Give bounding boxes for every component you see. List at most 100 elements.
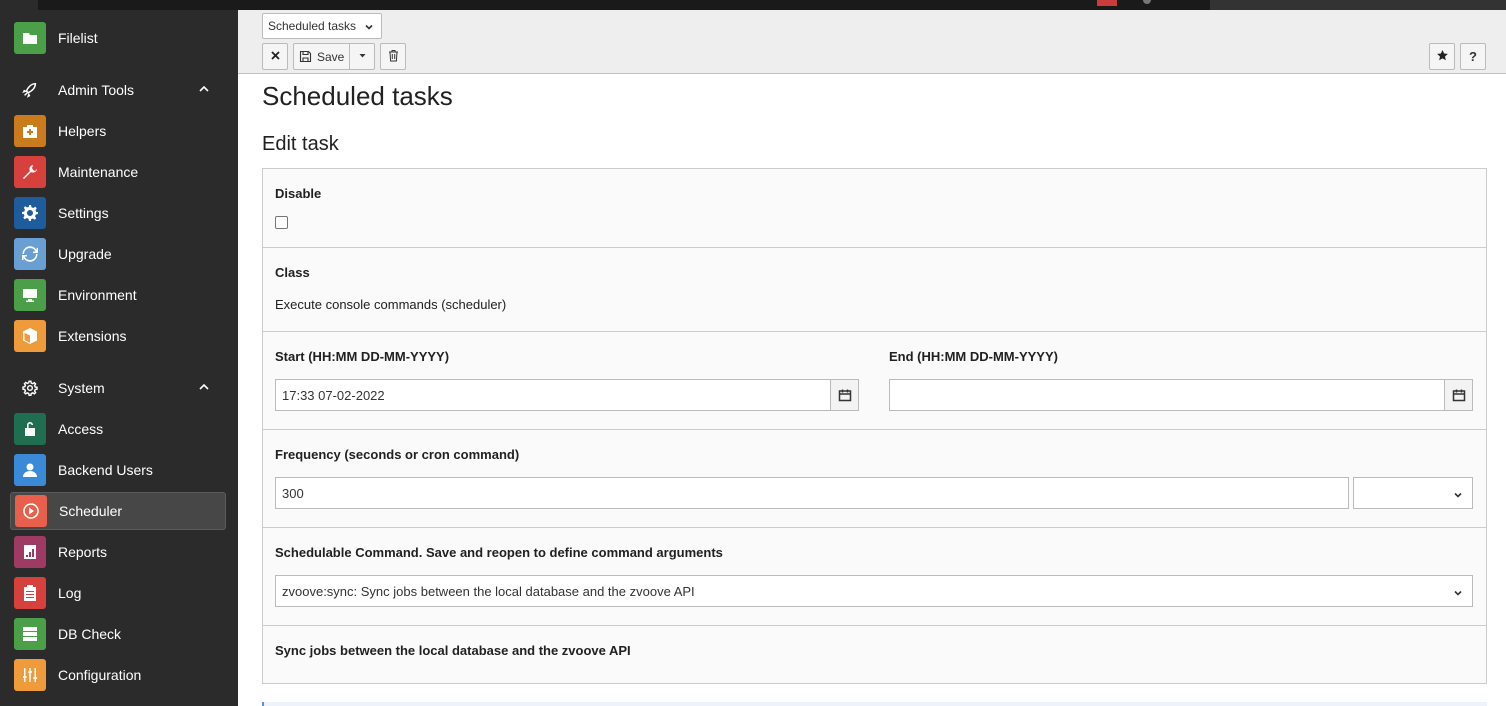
save-button-label: Save xyxy=(317,49,345,64)
sidebar-item-label: Access xyxy=(58,421,104,437)
gear-outline-icon xyxy=(14,372,46,404)
end-label: End (HH:MM DD-MM-YYYY) xyxy=(889,349,1058,364)
gear-icon xyxy=(14,197,46,229)
start-calendar-button[interactable] xyxy=(830,379,859,411)
help-button[interactable]: ? xyxy=(1460,43,1486,70)
delete-button[interactable] xyxy=(380,43,406,70)
trash-icon xyxy=(387,49,400,65)
sidebar-item-settings[interactable]: Settings xyxy=(10,194,226,232)
sidebar-item-label: Log xyxy=(58,585,82,601)
sidebar-item-filelist[interactable]: Filelist xyxy=(10,19,226,57)
chevron-up-icon[interactable] xyxy=(198,82,214,98)
save-options-button[interactable] xyxy=(349,43,375,70)
form-row-description: Sync jobs between the local database and… xyxy=(263,626,1486,683)
firstaid-icon xyxy=(14,115,46,147)
frequency-label: Frequency (seconds or cron command) xyxy=(275,447,520,462)
chevron-down-icon xyxy=(1453,488,1463,498)
sidebar-group-system[interactable]: System xyxy=(10,370,226,406)
sidebar-item-access[interactable]: Access xyxy=(10,410,226,448)
module-function-select[interactable]: Scheduled tasks xyxy=(262,13,382,39)
doc-header: Scheduled tasks Save ? xyxy=(238,10,1506,74)
form-row-frequency: Frequency (seconds or cron command) 300 xyxy=(263,430,1486,528)
sidebar-item-label: Upgrade xyxy=(58,246,112,262)
start-date-input[interactable]: 17:33 07-02-2022 xyxy=(275,379,831,411)
form-row-disable: Disable xyxy=(263,169,1486,248)
filelist-icon xyxy=(14,22,46,54)
class-label: Class xyxy=(275,265,310,280)
top-bar xyxy=(0,0,1506,10)
sidebar-item-label: DB Check xyxy=(58,626,122,642)
frequency-input[interactable]: 300 xyxy=(275,477,1349,509)
sidebar-group-admin-tools[interactable]: Admin Tools xyxy=(10,72,226,108)
calendar-icon xyxy=(838,388,852,402)
sidebar-item-label: Configuration xyxy=(58,667,142,683)
monitor-icon xyxy=(14,279,46,311)
command-description: Sync jobs between the local database and… xyxy=(275,643,631,658)
save-button[interactable]: Save xyxy=(293,43,350,70)
frequency-preset-select[interactable] xyxy=(1353,477,1473,509)
sidebar-group-label: System xyxy=(58,380,105,396)
top-bar-left xyxy=(0,0,38,10)
sliders-icon xyxy=(14,659,46,691)
star-icon xyxy=(1436,49,1449,65)
sidebar-item-scheduler[interactable]: Scheduler xyxy=(10,492,226,530)
wrench-icon xyxy=(14,156,46,188)
command-select[interactable]: zvoove:sync: Sync jobs between the local… xyxy=(275,575,1473,607)
sidebar-item-label: Backend Users xyxy=(58,462,153,478)
sidebar-item-maintenance[interactable]: Maintenance xyxy=(10,153,226,191)
floppy-icon xyxy=(299,50,312,63)
sidebar-item-label: Extensions xyxy=(58,328,127,344)
sidebar-item-upgrade[interactable]: Upgrade xyxy=(10,235,226,273)
caret-down-icon xyxy=(356,49,369,65)
sidebar-item-db-check[interactable]: DB Check xyxy=(10,615,226,653)
sidebar-item-log[interactable]: Log xyxy=(10,574,226,612)
sidebar-item-backend-users[interactable]: Backend Users xyxy=(10,451,226,489)
sidebar-item-reports[interactable]: Reports xyxy=(10,533,226,571)
sidebar-item-extensions[interactable]: Extensions xyxy=(10,317,226,355)
command-label: Schedulable Command. Save and reopen to … xyxy=(275,545,723,560)
sidebar-item-environment[interactable]: Environment xyxy=(10,276,226,314)
database-icon xyxy=(14,618,46,650)
sidebar-item-label: Filelist xyxy=(58,30,98,46)
calendar-icon xyxy=(1452,388,1466,402)
sidebar-item-helpers[interactable]: Helpers xyxy=(10,112,226,150)
form-row-class: Class Execute console commands (schedule… xyxy=(263,248,1486,332)
sidebar-item-label: Environment xyxy=(58,287,137,303)
bookmark-button[interactable] xyxy=(1429,43,1455,70)
disable-label: Disable xyxy=(275,186,322,201)
help-icon: ? xyxy=(1469,49,1477,64)
edit-task-form: Disable Class Execute console commands (… xyxy=(262,168,1487,684)
frequency-value: 300 xyxy=(282,485,304,501)
class-value: Execute console commands (scheduler) xyxy=(275,297,507,312)
report-icon xyxy=(14,536,46,568)
refresh-icon xyxy=(14,238,46,270)
form-row-dates: Start (HH:MM DD-MM-YYYY) 17:33 07-02-202… xyxy=(263,332,1486,430)
command-select-value: zvoove:sync: Sync jobs between the local… xyxy=(282,583,695,599)
disable-checkbox[interactable] xyxy=(275,216,288,229)
module-menu: Filelist Admin Tools Helpers Maintenance… xyxy=(0,10,238,706)
user-icon xyxy=(14,454,46,486)
rocket-icon xyxy=(14,74,46,106)
sidebar-group-label: Admin Tools xyxy=(58,82,135,98)
end-calendar-button[interactable] xyxy=(1444,379,1473,411)
user-avatar-icon[interactable] xyxy=(1143,0,1151,4)
sidebar-item-configuration[interactable]: Configuration xyxy=(10,656,226,694)
sidebar-item-label: Reports xyxy=(58,544,108,560)
start-label: Start (HH:MM DD-MM-YYYY) xyxy=(275,349,450,364)
sidebar-item-label: Helpers xyxy=(58,123,107,139)
notification-icon[interactable] xyxy=(1097,0,1117,6)
chevron-up-icon[interactable] xyxy=(198,380,214,396)
page-title: Scheduled tasks xyxy=(262,81,453,111)
chevron-down-icon xyxy=(1453,586,1463,596)
clipboard-icon xyxy=(14,577,46,609)
play-icon xyxy=(15,495,47,527)
chevron-down-icon xyxy=(364,21,374,31)
close-icon xyxy=(269,49,282,65)
end-date-input[interactable] xyxy=(889,379,1445,411)
box-icon xyxy=(14,320,46,352)
module-function-select-value: Scheduled tasks xyxy=(268,19,357,33)
next-section-edge xyxy=(262,702,1487,706)
sidebar-item-label: Settings xyxy=(58,205,109,221)
start-date-value: 17:33 07-02-2022 xyxy=(282,387,385,403)
close-button[interactable] xyxy=(262,43,288,70)
